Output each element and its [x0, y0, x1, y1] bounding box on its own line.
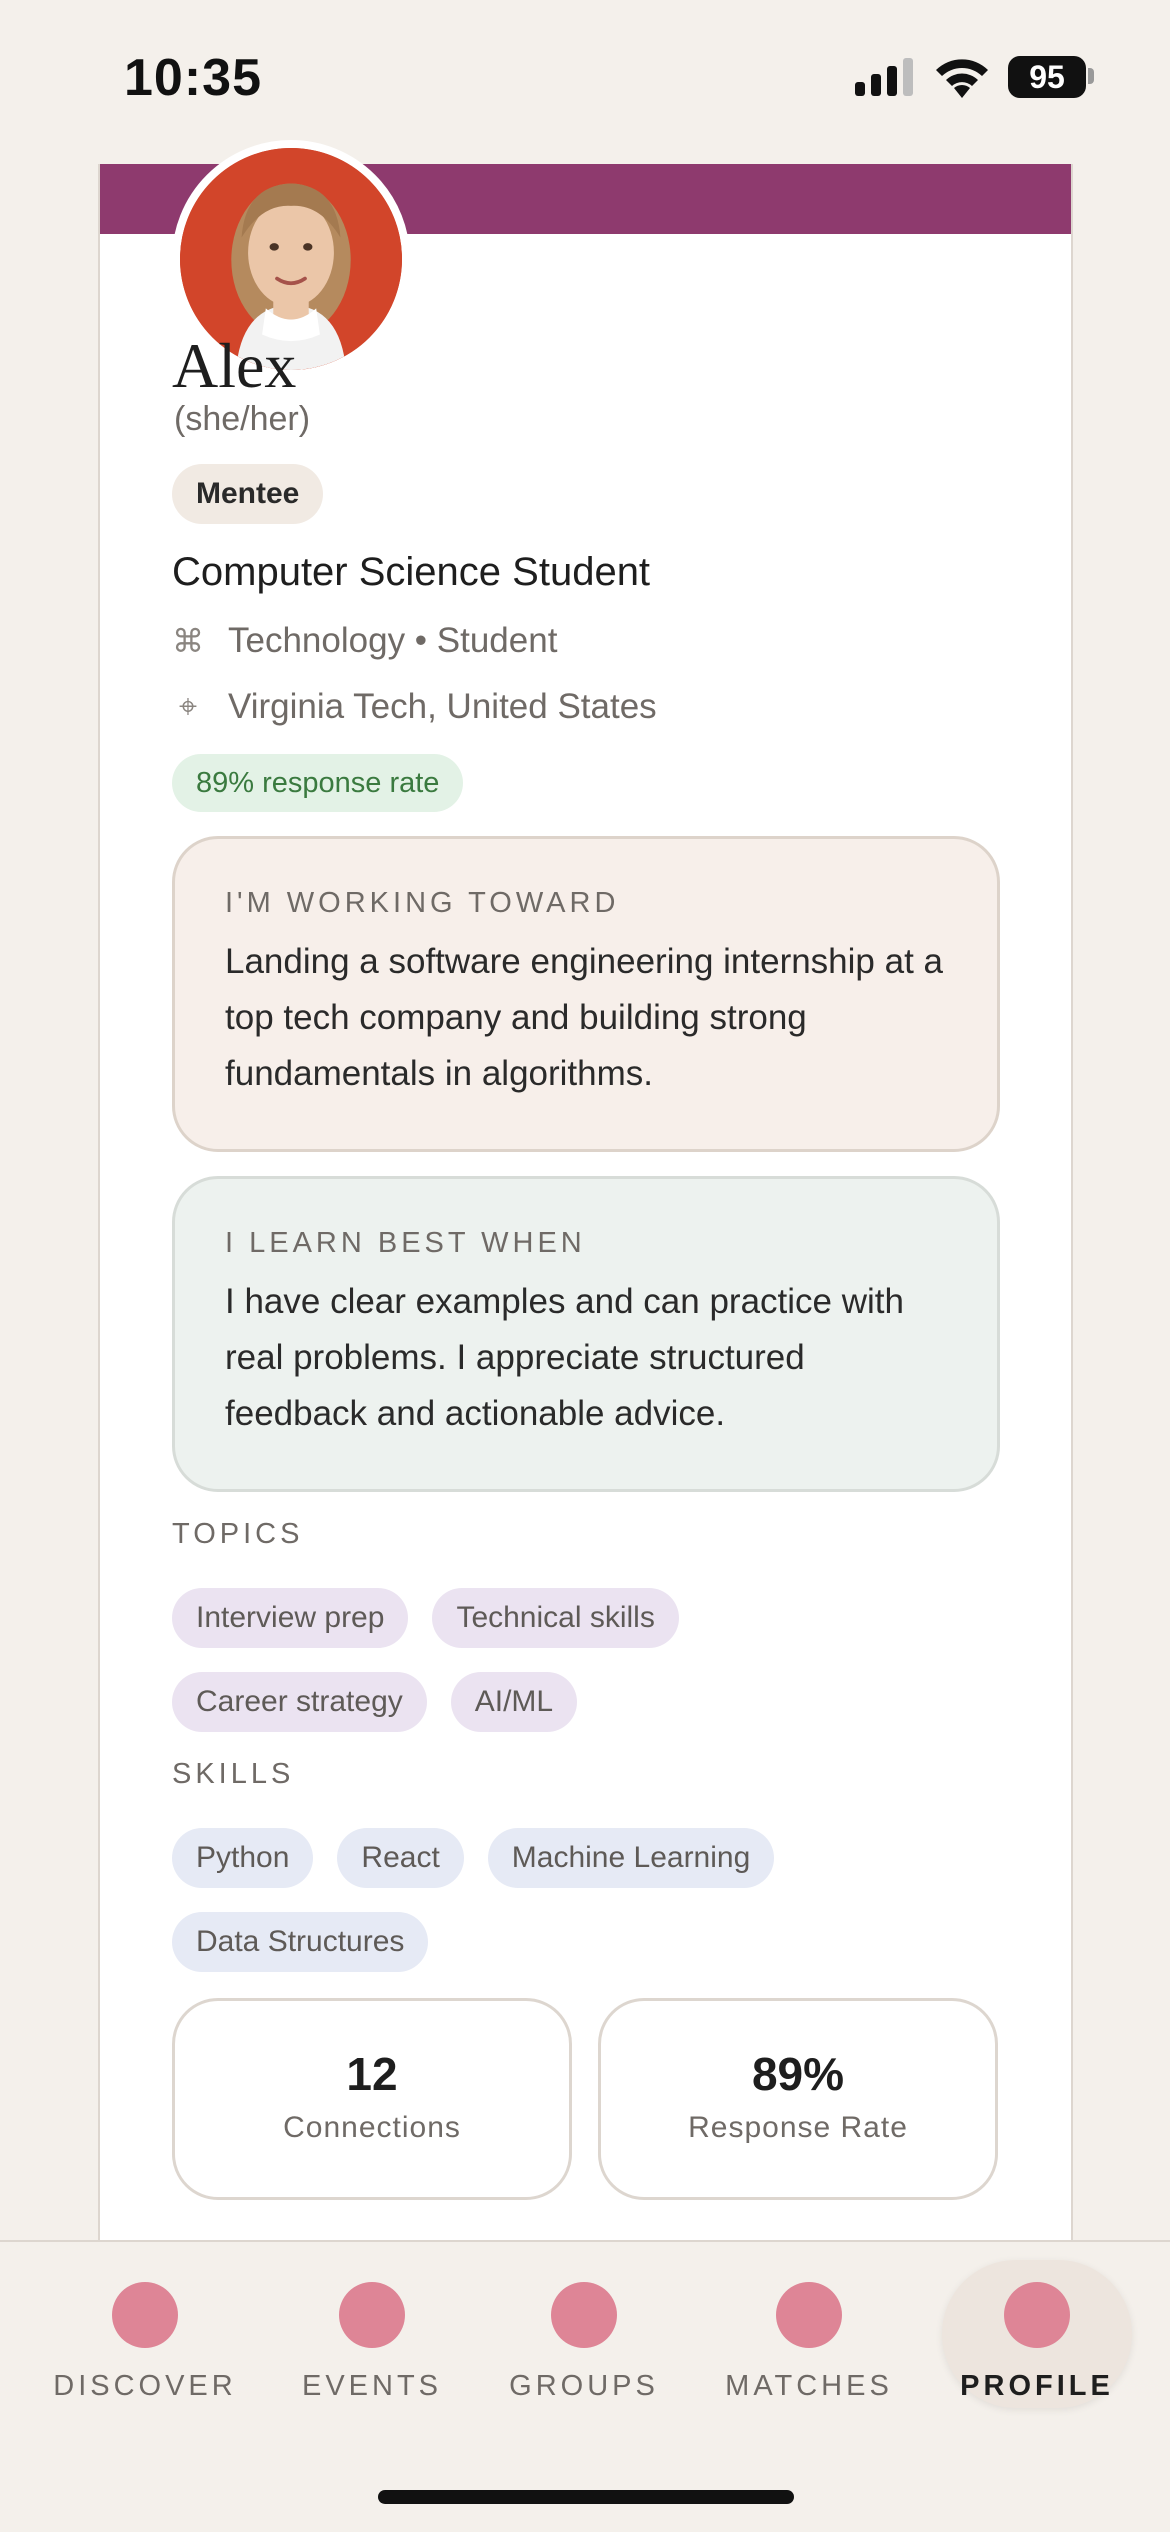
learning-title: I LEARN BEST WHEN [225, 1227, 586, 1259]
crosshair-icon: ⌖ [178, 688, 198, 724]
stat-label: Response Rate [688, 2111, 908, 2144]
topic-chip[interactable]: Technical skills [432, 1588, 679, 1648]
learning-text: I have clear examples and can practice w… [225, 1282, 904, 1433]
battery-icon: 95 [1008, 56, 1086, 98]
nav-groups[interactable]: GROUPS [489, 2260, 679, 2408]
nav-discover[interactable]: DISCOVER [50, 2260, 240, 2408]
topic-chip[interactable]: Interview prep [172, 1588, 409, 1648]
skills-row: Data Structures [172, 1912, 429, 1972]
nav-label: GROUPS [509, 2370, 659, 2402]
home-indicator[interactable] [378, 2490, 794, 2504]
goal-box: I'M WORKING TOWARD Landing a software en… [172, 836, 1000, 1152]
discover-icon [112, 2282, 178, 2348]
profile-headline: Computer Science Student [172, 550, 651, 594]
skills-title: SKILLS [172, 1758, 295, 1790]
topic-chip[interactable]: AI/ML [450, 1672, 578, 1732]
connections-stat[interactable]: 12 Connections [172, 1998, 572, 2200]
nav-label: DISCOVER [53, 2370, 237, 2402]
bottom-nav: DISCOVER EVENTS GROUPS MATCHES PROFILE [0, 2240, 1170, 2532]
nav-events[interactable]: EVENTS [277, 2260, 467, 2408]
location-text: Virginia Tech, United States [228, 687, 657, 726]
nav-profile[interactable]: PROFILE [942, 2260, 1132, 2408]
topics-row: Interview prep Technical skills [172, 1588, 679, 1648]
profile-name: Alex [172, 330, 297, 401]
role-badge: Mentee [172, 464, 324, 524]
stat-value: 89% [751, 2048, 845, 2100]
stat-label: Connections [283, 2111, 461, 2144]
skill-chip[interactable]: Python [172, 1828, 314, 1888]
command-icon: ⌘ [172, 623, 204, 659]
industry-row: ⌘ Technology • Student [172, 616, 557, 666]
topics-title: TOPICS [172, 1518, 304, 1550]
skill-chip[interactable]: React [337, 1828, 464, 1888]
matches-icon [776, 2282, 842, 2348]
events-icon [339, 2282, 405, 2348]
signal-icon [855, 58, 913, 96]
wifi-icon [936, 59, 988, 98]
profile-pronouns: (she/her) [174, 400, 311, 438]
nav-label: EVENTS [301, 2370, 443, 2402]
groups-icon [551, 2282, 617, 2348]
topics-row: Career strategy AI/ML [172, 1672, 578, 1732]
location-row: ⌖ Virginia Tech, United States [172, 682, 657, 732]
goal-title: I'M WORKING TOWARD [225, 887, 620, 919]
topic-chip[interactable]: Career strategy [172, 1672, 427, 1732]
nav-label: MATCHES [725, 2370, 893, 2402]
skill-chip[interactable]: Data Structures [172, 1912, 429, 1972]
nav-matches[interactable]: MATCHES [714, 2260, 904, 2408]
skills-row: Python React Machine Learning [172, 1828, 775, 1888]
profile-card: Alex (she/her) Mentee Computer Science S… [98, 140, 1073, 2244]
nav-label: PROFILE [960, 2370, 1114, 2402]
status-bar: 10:35 95 [0, 0, 1170, 160]
skill-chip[interactable]: Machine Learning [487, 1828, 775, 1888]
learning-box: I LEARN BEST WHEN I have clear examples … [172, 1176, 1000, 1492]
battery-cap [1088, 68, 1094, 84]
response-rate-stat[interactable]: 89% Response Rate [598, 1998, 998, 2200]
response-rate-badge: 89% response rate [172, 754, 464, 812]
goal-text: Landing a software engineering internshi… [225, 942, 943, 1093]
profile-icon [1004, 2282, 1070, 2348]
stat-value: 12 [346, 2048, 398, 2100]
industry-text: Technology • Student [228, 621, 558, 660]
status-time: 10:35 [124, 49, 262, 107]
